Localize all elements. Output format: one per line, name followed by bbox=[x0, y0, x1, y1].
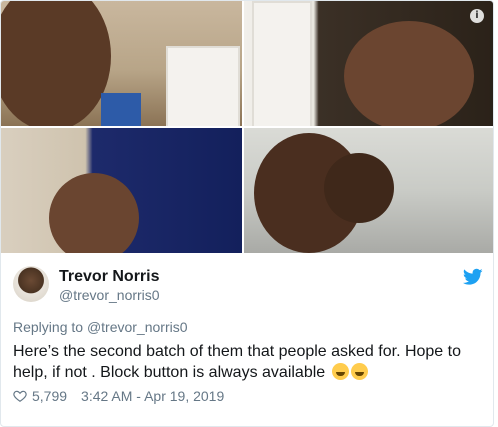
door-shape bbox=[166, 46, 240, 126]
media-photo-3[interactable] bbox=[1, 128, 242, 253]
person-figure bbox=[49, 173, 139, 253]
like-count[interactable]: 5,799 bbox=[32, 388, 67, 404]
author-handle[interactable]: @trevor_norris0 bbox=[59, 287, 160, 303]
heart-icon[interactable] bbox=[13, 389, 27, 403]
face-with-tears-of-joy-icon bbox=[350, 363, 368, 380]
tweet-card[interactable]: i Trevor Norris @trevor_norris0 Replying… bbox=[0, 0, 494, 427]
tweet-text-line-1: Here’s the second batch of them that peo… bbox=[13, 343, 461, 360]
person-figure bbox=[344, 21, 474, 126]
tweet-header: Trevor Norris @trevor_norris0 bbox=[13, 266, 483, 306]
avatar[interactable] bbox=[13, 266, 49, 302]
info-icon[interactable]: i bbox=[470, 9, 484, 23]
tv-screen bbox=[101, 93, 141, 126]
replying-prefix: Replying to bbox=[13, 319, 84, 335]
tweet-timestamp[interactable]: 3:42 AM - Apr 19, 2019 bbox=[81, 388, 224, 404]
twitter-bird-icon[interactable] bbox=[463, 268, 483, 286]
person-figure bbox=[1, 1, 111, 126]
author-name[interactable]: Trevor Norris bbox=[59, 268, 159, 286]
media-photo-4[interactable] bbox=[244, 128, 493, 253]
door-shape bbox=[252, 1, 312, 126]
media-photo-2[interactable]: i bbox=[244, 1, 493, 126]
replying-handle-link[interactable]: @trevor_norris0 bbox=[87, 319, 188, 335]
tweet-text-line-2: help, if not . Block button is always av… bbox=[13, 364, 326, 381]
face-with-tears-of-joy-icon bbox=[331, 363, 349, 380]
tweet-meta: 5,799 3:42 AM - Apr 19, 2019 bbox=[13, 388, 224, 404]
tweet-text-line-2-wrap: help, if not . Block button is always av… bbox=[13, 362, 483, 383]
media-photo-1[interactable] bbox=[1, 1, 242, 126]
replying-to: Replying to @trevor_norris0 bbox=[13, 319, 188, 335]
media-grid: i bbox=[1, 1, 493, 253]
tweet-text: Here’s the second batch of them that peo… bbox=[13, 341, 483, 383]
hand-shape bbox=[324, 153, 394, 223]
